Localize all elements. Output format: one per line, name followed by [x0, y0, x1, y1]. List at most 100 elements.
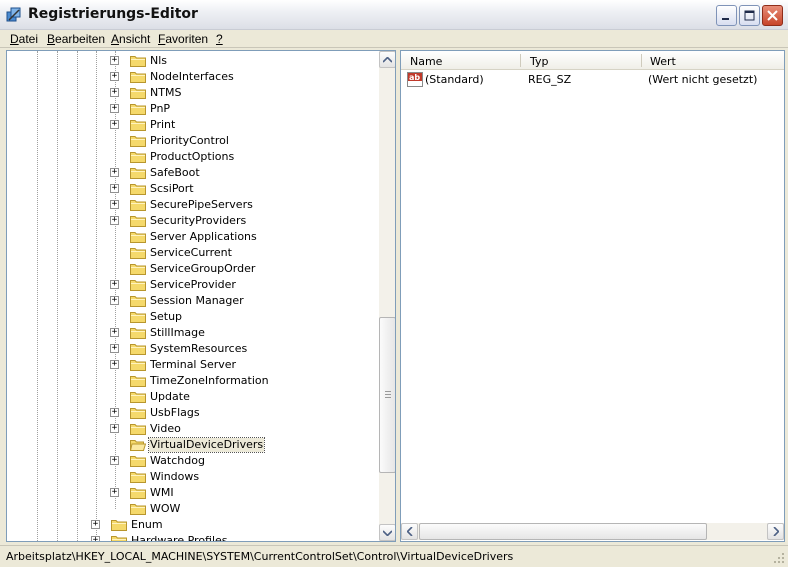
folder-icon [130, 328, 146, 339]
close-button[interactable] [762, 5, 783, 26]
expand-icon[interactable]: + [110, 408, 119, 417]
expand-icon[interactable]: + [110, 488, 119, 497]
menu-help[interactable]: ? [216, 32, 223, 46]
column-header-name[interactable]: Name [410, 55, 442, 68]
tree-item-label: Hardware Profiles [131, 534, 228, 541]
column-header-value[interactable]: Wert [650, 55, 676, 68]
tree-item-securepipeservers[interactable]: + SecurePipeServers [7, 197, 377, 213]
folder-icon [130, 408, 146, 419]
expand-icon[interactable]: + [110, 344, 119, 353]
expand-icon[interactable]: + [110, 200, 119, 209]
expand-icon[interactable]: + [110, 88, 119, 97]
list-row[interactable]: ab (Standard) REG_SZ (Wert nicht gesetzt… [401, 71, 784, 89]
tree-item-serviceprovider[interactable]: + ServiceProvider [7, 277, 377, 293]
tree-item-label: NodeInterfaces [150, 70, 234, 83]
expand-icon[interactable]: + [110, 56, 119, 65]
tree-item-nodeinterfaces[interactable]: + NodeInterfaces [7, 69, 377, 85]
tree-item-securityproviders[interactable]: + SecurityProviders [7, 213, 377, 229]
scroll-right-button[interactable] [767, 523, 784, 540]
tree-item-wow[interactable]: WOW [7, 501, 377, 517]
resize-grip-icon[interactable] [773, 552, 785, 564]
tree-item-pnp[interactable]: + PnP [7, 101, 377, 117]
menu-datei[interactable]: Datei [10, 32, 38, 46]
expand-icon[interactable]: + [110, 72, 119, 81]
folder-icon [130, 72, 146, 83]
expand-icon[interactable]: + [110, 216, 119, 225]
maximize-button[interactable] [739, 5, 760, 26]
regedit-window: Registrierungs-Editor Datei Bearbeiten A… [0, 0, 788, 567]
menu-bearbeiten[interactable]: Bearbeiten [47, 32, 105, 46]
folder-icon [130, 104, 146, 115]
expand-icon[interactable]: + [110, 296, 119, 305]
scroll-up-button[interactable] [379, 51, 395, 68]
tree-item-usbflags[interactable]: + UsbFlags [7, 405, 377, 421]
tree-item-productoptions[interactable]: ProductOptions [7, 149, 377, 165]
tree-item-wmi[interactable]: + WMI [7, 485, 377, 501]
tree-item-terminal-server[interactable]: + Terminal Server [7, 357, 377, 373]
title-bar[interactable]: Registrierungs-Editor [0, 0, 788, 30]
tree-item-label: SecurityProviders [150, 214, 247, 227]
expand-icon[interactable]: + [110, 120, 119, 129]
horizontal-scroll-thumb[interactable] [419, 523, 707, 540]
folder-icon [130, 136, 146, 147]
minimize-button[interactable] [716, 5, 737, 26]
tree-item-nls[interactable]: + Nls [7, 53, 377, 69]
scroll-down-button[interactable] [379, 524, 395, 541]
tree-item-session-manager[interactable]: + Session Manager [7, 293, 377, 309]
expand-icon[interactable]: + [91, 520, 100, 529]
scroll-left-button[interactable] [401, 523, 418, 540]
menu-ansicht[interactable]: Ansicht [111, 32, 150, 46]
tree-item-timezoneinformation[interactable]: TimeZoneInformation [7, 373, 377, 389]
list-horizontal-scrollbar[interactable] [401, 523, 784, 540]
tree-item-servicegrouporder[interactable]: ServiceGroupOrder [7, 261, 377, 277]
expand-icon[interactable]: + [110, 328, 119, 337]
regedit-icon [6, 7, 21, 22]
window-title: Registrierungs-Editor [28, 6, 198, 22]
folder-icon [130, 264, 146, 275]
tree-item-label: Update [150, 390, 190, 403]
value-data: (Wert nicht gesetzt) [648, 73, 758, 86]
expand-icon[interactable]: + [110, 456, 119, 465]
tree-item-label: Enum [131, 518, 163, 531]
expand-icon[interactable]: + [110, 280, 119, 289]
folder-icon [130, 296, 146, 307]
tree-vertical-scrollbar[interactable] [379, 51, 395, 541]
tree-item-prioritycontrol[interactable]: PriorityControl [7, 133, 377, 149]
tree-item-scsiport[interactable]: + ScsiPort [7, 181, 377, 197]
tree-item-watchdog[interactable]: + Watchdog [7, 453, 377, 469]
menu-favoriten[interactable]: Favoriten [158, 32, 208, 46]
tree-item-label: PriorityControl [150, 134, 229, 147]
tree-item-systemresources[interactable]: + SystemResources [7, 341, 377, 357]
tree-item-windows[interactable]: Windows [7, 469, 377, 485]
tree-item-update[interactable]: Update [7, 389, 377, 405]
column-header-type[interactable]: Typ [530, 55, 549, 68]
tree-item-hardware-profiles[interactable]: + Hardware Profiles [7, 533, 377, 541]
expand-icon[interactable]: + [110, 104, 119, 113]
tree-item-servicecurrent[interactable]: ServiceCurrent [7, 245, 377, 261]
tree-item-safeboot[interactable]: + SafeBoot [7, 165, 377, 181]
tree-item-enum[interactable]: + Enum [7, 517, 377, 533]
svg-text:ab: ab [409, 73, 420, 82]
tree-item-label: PnP [150, 102, 171, 115]
key-tree-pane[interactable]: + Nls + NodeInterfaces + NTMS + PnP + Print Priori… [6, 50, 396, 542]
tree-item-setup[interactable]: Setup [7, 309, 377, 325]
expand-icon[interactable]: + [110, 360, 119, 369]
expand-icon[interactable]: + [110, 184, 119, 193]
expand-icon[interactable]: + [110, 424, 119, 433]
folder-icon [130, 424, 146, 435]
tree-item-stillimage[interactable]: + StillImage [7, 325, 377, 341]
scroll-thumb[interactable] [379, 317, 395, 473]
values-list-pane[interactable]: Name Typ Wert ab (Standard) REG_SZ (Wert… [400, 50, 785, 542]
folder-icon [130, 456, 146, 467]
folder-icon [130, 376, 146, 387]
tree-item-label: WMI [150, 486, 174, 499]
expand-icon[interactable]: + [110, 168, 119, 177]
tree-item-label: VirtualDeviceDrivers [147, 437, 266, 453]
tree-item-virtualdevicedrivers[interactable]: VirtualDeviceDrivers [7, 437, 377, 453]
tree-item-print[interactable]: + Print [7, 117, 377, 133]
tree-item-server-applications[interactable]: Server Applications [7, 229, 377, 245]
tree-item-ntms[interactable]: + NTMS [7, 85, 377, 101]
folder-icon [130, 168, 146, 179]
tree-item-video[interactable]: + Video [7, 421, 377, 437]
expand-icon[interactable]: + [91, 536, 100, 541]
